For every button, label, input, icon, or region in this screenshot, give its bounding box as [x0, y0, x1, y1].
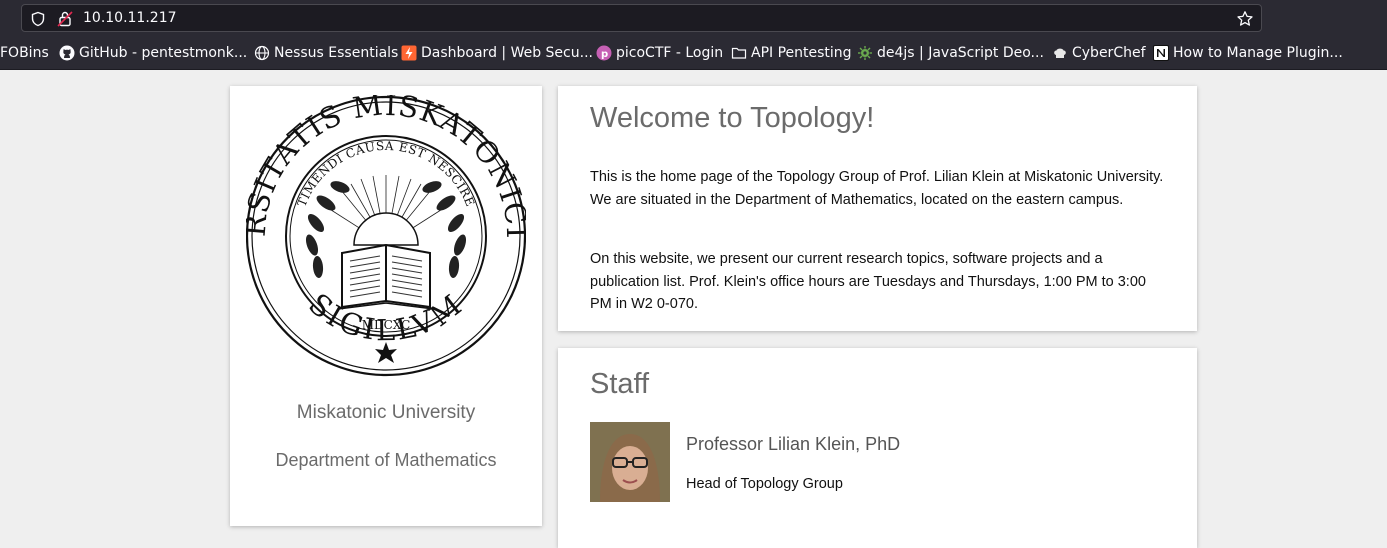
- welcome-paragraph: This is the home page of the Topology Gr…: [590, 169, 1164, 208]
- bookmark-label: picoCTF - Login: [616, 45, 724, 61]
- office-hours-paragraph: On this website, we present our current …: [590, 251, 1146, 312]
- university-seal-logo: VNIVERSITATIS MISKATONICIENSIS SIGILLVM …: [246, 95, 526, 377]
- staff-card: Staff Professor Lilian Klein, PhD Head o…: [558, 348, 1197, 548]
- staff-member-role: Head of Topology Group: [686, 476, 843, 492]
- notion-icon: [1153, 45, 1169, 61]
- bookmark-label: FOBins: [0, 45, 49, 61]
- page-content: VNIVERSITATIS MISKATONICIENSIS SIGILLVM …: [0, 70, 1387, 548]
- portswigger-icon: [401, 45, 417, 61]
- folder-icon: [731, 45, 747, 61]
- bookmark-nessus[interactable]: Nessus Essentials: [254, 44, 398, 62]
- university-name: Miskatonic University: [296, 402, 476, 423]
- avatar: [590, 422, 670, 502]
- insecure-lock-icon[interactable]: [57, 10, 73, 33]
- bookmark-notion[interactable]: How to Manage Plugin...: [1153, 44, 1343, 62]
- picoctf-icon: p: [596, 45, 612, 61]
- bookmark-cyberchef[interactable]: CyberChef: [1052, 44, 1146, 62]
- bookmark-label: How to Manage Plugin...: [1173, 45, 1343, 61]
- address-bar[interactable]: 10.10.11.217: [21, 4, 1262, 32]
- bookmark-label: Nessus Essentials: [274, 45, 399, 61]
- svg-text:p: p: [601, 49, 608, 60]
- url-text[interactable]: 10.10.11.217: [83, 10, 177, 26]
- department-name: Department of Mathematics: [275, 450, 497, 470]
- globe-icon: [254, 45, 270, 61]
- github-icon: [59, 45, 75, 61]
- bookmarks-toolbar: FOBins GitHub - pentestmonk... Nessus Es…: [0, 37, 1387, 70]
- bookmark-api-pentesting[interactable]: API Pentesting: [731, 44, 852, 62]
- bookmark-label: de4js | JavaScript Deo...: [877, 45, 1044, 61]
- welcome-title: Welcome to Topology!: [590, 102, 875, 134]
- bookmark-star-icon[interactable]: [1236, 10, 1254, 33]
- bookmark-label: Dashboard | Web Secu...: [421, 45, 593, 61]
- bookmark-label: API Pentesting: [751, 45, 852, 61]
- bookmark-github[interactable]: GitHub - pentestmonk...: [59, 44, 247, 62]
- sidebar-card: VNIVERSITATIS MISKATONICIENSIS SIGILLVM …: [230, 86, 542, 526]
- bookmark-portswigger[interactable]: Dashboard | Web Secu...: [401, 44, 593, 62]
- bookmark-label: CyberChef: [1072, 45, 1146, 61]
- chef-hat-icon: [1052, 45, 1068, 61]
- staff-member-name: Professor Lilian Klein, PhD: [686, 434, 901, 454]
- bookmark-label: GitHub - pentestmonk...: [79, 45, 248, 61]
- tracking-shield-icon[interactable]: [30, 11, 46, 32]
- bookmark-de4js[interactable]: de4js | JavaScript Deo...: [857, 44, 1044, 62]
- staff-title: Staff: [590, 368, 650, 400]
- seal-year: MDCXC: [362, 318, 411, 332]
- de4js-icon: [857, 45, 873, 61]
- welcome-card: Welcome to Topology! This is the home pa…: [558, 86, 1197, 331]
- browser-toolbar: 10.10.11.217: [0, 0, 1387, 37]
- bookmark-picoctf[interactable]: p picoCTF - Login: [596, 44, 723, 62]
- bookmark-fobins[interactable]: FOBins: [0, 44, 49, 62]
